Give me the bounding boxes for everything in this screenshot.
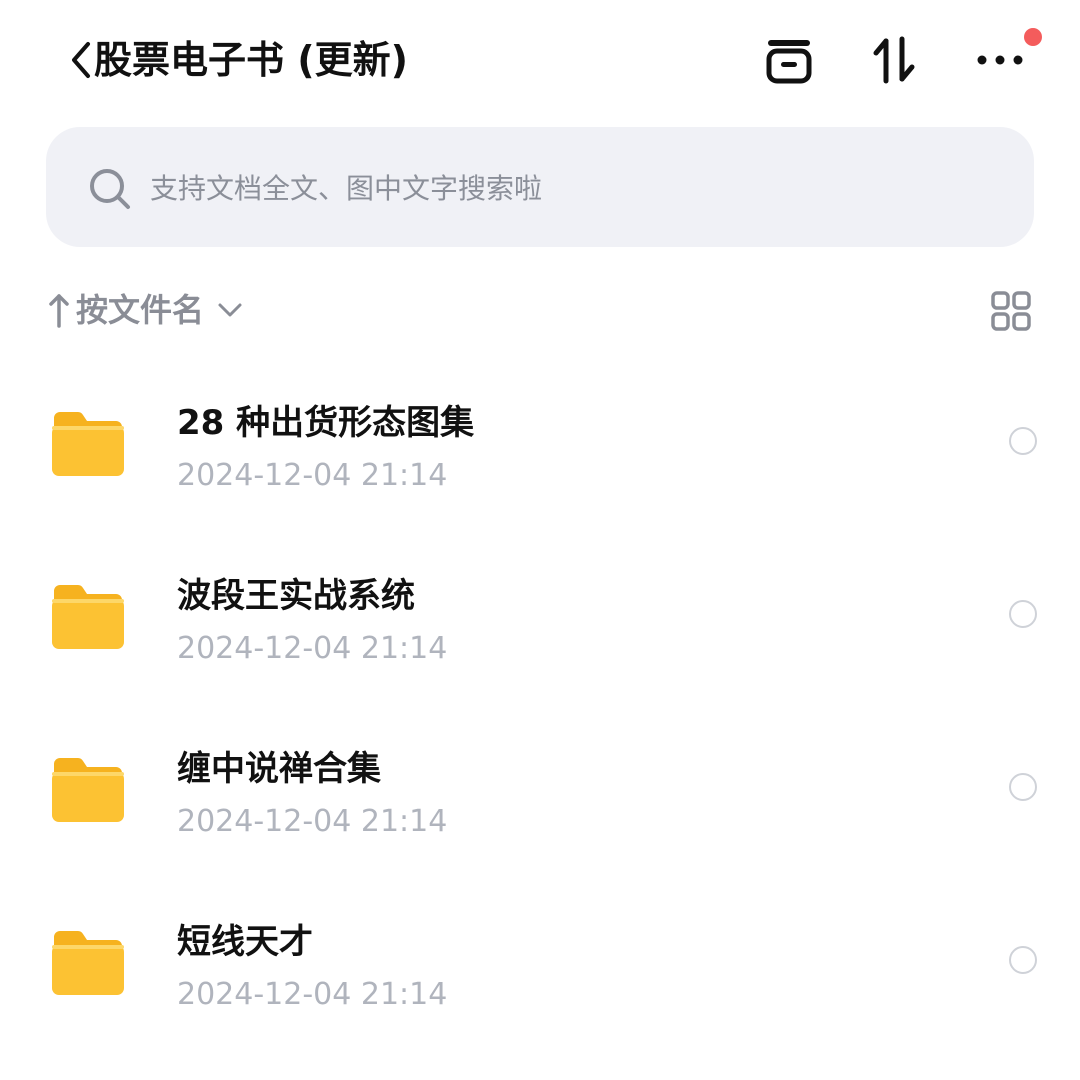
more-icon [977, 55, 1023, 65]
archive-button[interactable] [760, 32, 818, 88]
folder-name: 波段王实战系统 [177, 576, 415, 616]
list-item[interactable]: 波段王实战系统 2024-12-04 21:14 [0, 529, 1080, 702]
arrow-up-icon [49, 294, 69, 328]
header-bar: 股票电子书 (更新) [0, 0, 1080, 120]
archive-icon [766, 40, 812, 84]
sort-label: 按文件名 [76, 291, 205, 329]
chevron-down-icon [218, 303, 242, 317]
list-item[interactable]: 28 种出货形态图集 2024-12-04 21:14 [0, 356, 1080, 529]
search-icon [90, 169, 130, 209]
folder-name: 缠中说禅合集 [177, 749, 381, 789]
folder-name: 短线天才 [177, 922, 313, 962]
notification-dot [1024, 28, 1042, 46]
sort-button[interactable] [866, 32, 922, 88]
more-button[interactable] [970, 32, 1030, 88]
folder-date: 2024-12-04 21:14 [177, 977, 448, 1012]
sort-selector[interactable]: 按文件名 [46, 284, 244, 336]
list-item[interactable]: 缠中说禅合集 2024-12-04 21:14 [0, 702, 1080, 875]
folder-icon [52, 412, 124, 476]
grid-view-icon[interactable] [990, 290, 1032, 332]
back-button[interactable] [66, 38, 96, 82]
file-browser-screen: 股票电子书 (更新) 支持文档全文、图中文字搜索啦 按文件名 28 种出货形态图… [0, 0, 1080, 1080]
select-radio[interactable] [1009, 946, 1037, 974]
select-radio[interactable] [1009, 427, 1037, 455]
page-title: 股票电子书 (更新) [94, 38, 408, 82]
chevron-left-icon [72, 42, 90, 78]
search-input[interactable] [148, 157, 972, 219]
search-bar[interactable] [46, 127, 1034, 247]
select-radio[interactable] [1009, 600, 1037, 628]
folder-date: 2024-12-04 21:14 [177, 458, 448, 493]
folder-date: 2024-12-04 21:14 [177, 631, 448, 666]
list-item[interactable]: 短线天才 2024-12-04 21:14 [0, 875, 1080, 1048]
folder-name: 28 种出货形态图集 [177, 403, 475, 443]
folder-icon [52, 931, 124, 995]
select-radio[interactable] [1009, 773, 1037, 801]
folder-icon [52, 758, 124, 822]
folder-date: 2024-12-04 21:14 [177, 804, 448, 839]
folder-icon [52, 585, 124, 649]
sort-icon [873, 36, 915, 84]
